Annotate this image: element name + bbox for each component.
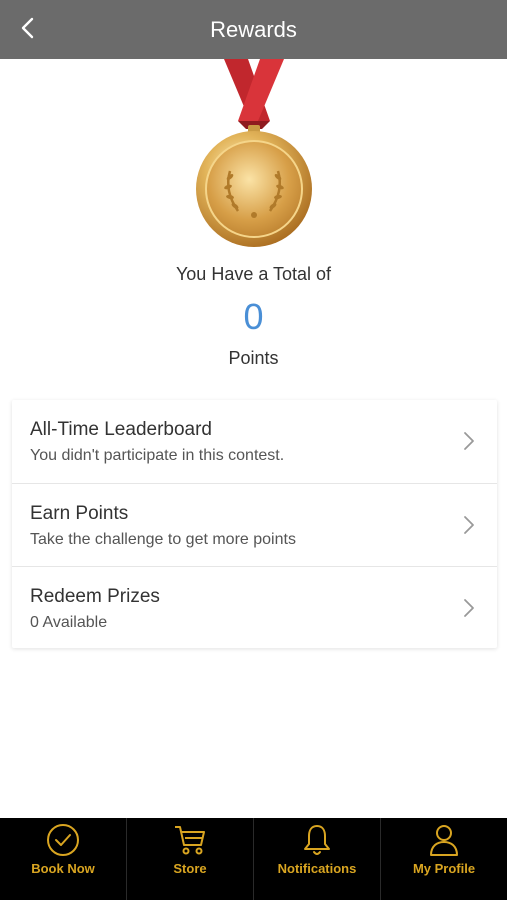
- user-icon: [430, 825, 458, 856]
- list-item-earn-points[interactable]: Earn Points Take the challenge to get mo…: [12, 483, 497, 566]
- list-item-subtitle: 0 Available: [30, 614, 108, 631]
- chevron-right-icon: [464, 432, 474, 450]
- bottom-nav-bar: Book Now Store Notifications My Profile: [0, 818, 507, 900]
- list-item-title: Earn Points: [30, 503, 129, 524]
- nav-label: Store: [173, 861, 207, 876]
- back-button[interactable]: [12, 12, 46, 46]
- chevron-right-icon: [464, 516, 474, 534]
- header-bar: Rewards: [0, 0, 507, 59]
- page-title: Rewards: [210, 17, 297, 42]
- nav-label: Book Now: [31, 861, 95, 876]
- chevron-right-icon: [464, 599, 474, 617]
- list-item-redeem-prizes[interactable]: Redeem Prizes 0 Available: [12, 566, 497, 649]
- gold-medal-icon: [196, 59, 312, 247]
- list-item-subtitle: You didn't participate in this contest.: [30, 447, 285, 464]
- points-value: 0: [243, 296, 264, 337]
- bell-icon: [304, 825, 330, 855]
- list-item-title: Redeem Prizes: [30, 586, 160, 607]
- nav-my-profile[interactable]: My Profile: [380, 818, 507, 900]
- nav-store[interactable]: Store: [126, 818, 253, 900]
- nav-label: Notifications: [277, 861, 357, 876]
- points-unit-label: Points: [228, 348, 279, 368]
- list-item-title: All-Time Leaderboard: [30, 419, 212, 440]
- list-item-leaderboard[interactable]: All-Time Leaderboard You didn't particip…: [12, 400, 497, 483]
- list-item-subtitle: Take the challenge to get more points: [30, 531, 296, 548]
- rewards-list-card: All-Time Leaderboard You didn't particip…: [12, 400, 497, 648]
- nav-notifications[interactable]: Notifications: [253, 818, 380, 900]
- cart-icon: [175, 826, 205, 855]
- chevron-left-icon: [21, 17, 34, 39]
- total-points-label: You Have a Total of: [175, 264, 332, 284]
- check-circle-icon: [47, 824, 79, 856]
- nav-label: My Profile: [412, 861, 476, 876]
- nav-book-now[interactable]: Book Now: [0, 818, 126, 900]
